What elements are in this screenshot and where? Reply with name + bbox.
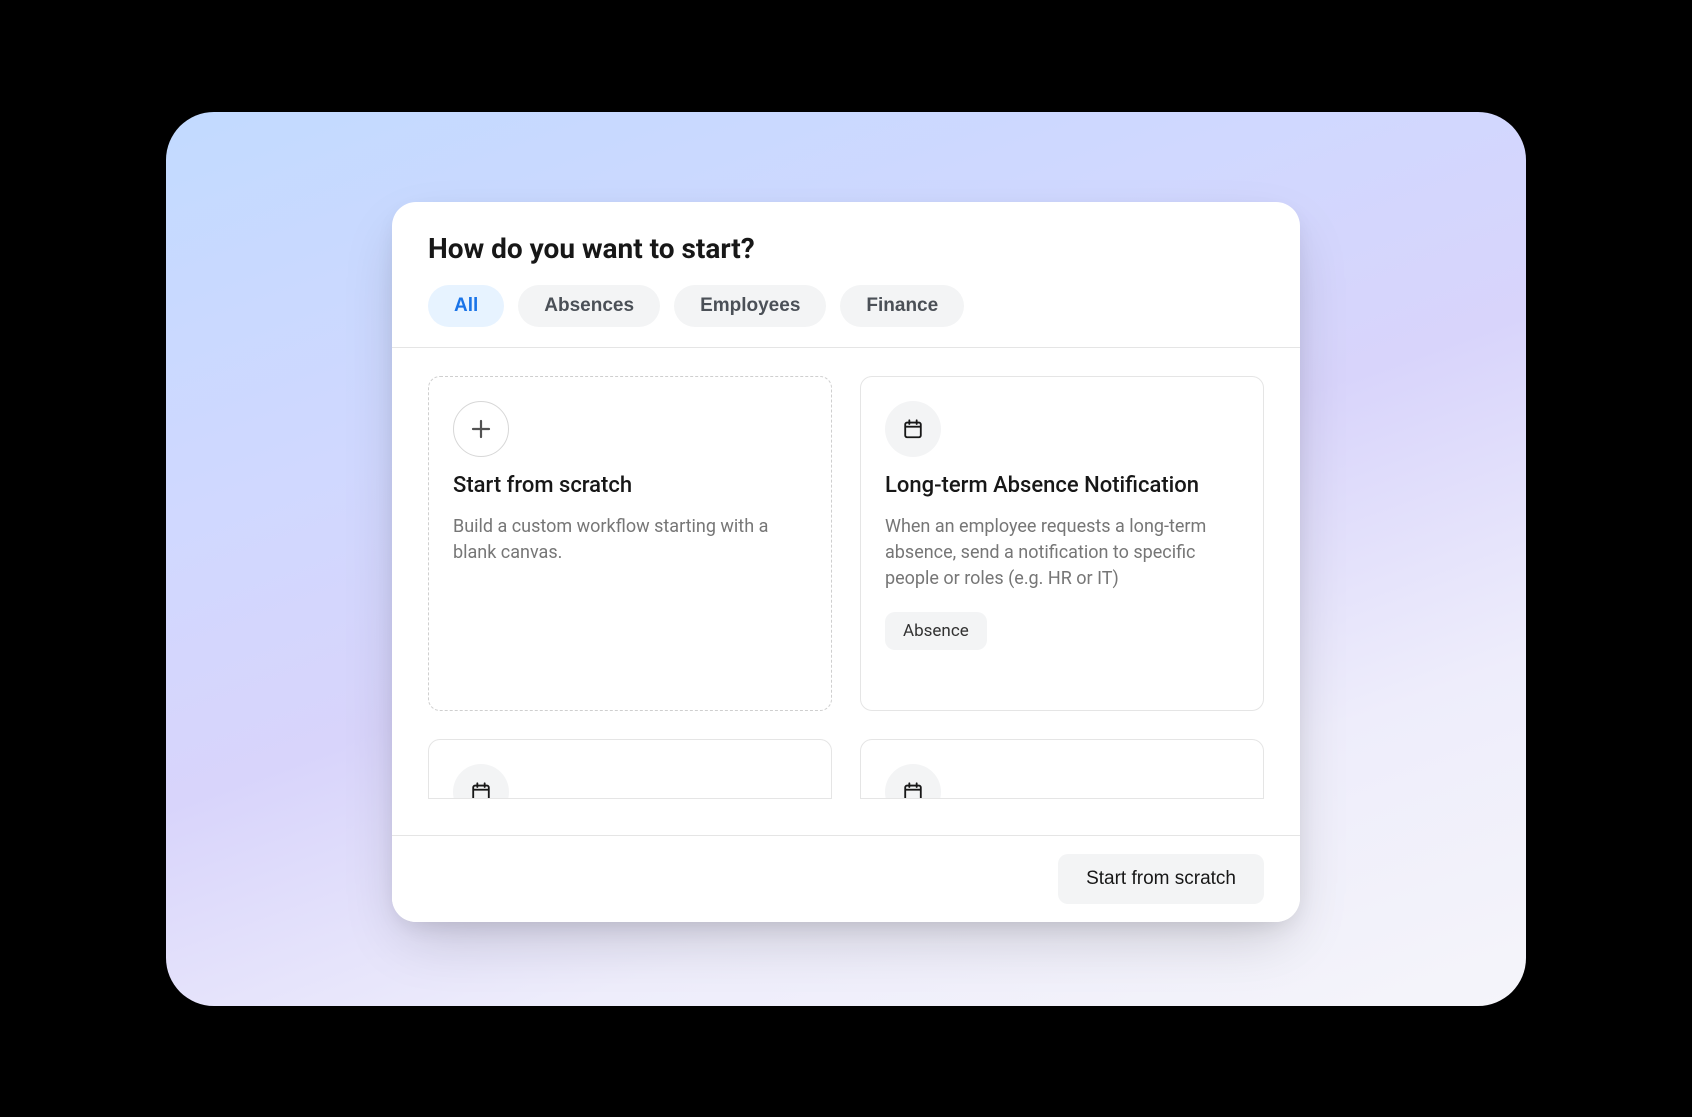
card-title: Start from scratch [453,473,807,498]
filter-absences[interactable]: Absences [518,285,660,327]
filter-employees[interactable]: Employees [674,285,826,327]
start-from-scratch-button[interactable]: Start from scratch [1058,854,1264,904]
card-description: When an employee requests a long-term ab… [885,514,1239,592]
card-tag: Absence [885,612,987,650]
calendar-icon [885,401,941,457]
card-title: Long-term Absence Notification [885,473,1239,498]
card-partial-3[interactable] [428,739,832,799]
card-partial-4[interactable] [860,739,1264,799]
filter-row: All Absences Employees Finance [428,285,1264,327]
plus-icon [453,401,509,457]
filter-finance[interactable]: Finance [840,285,964,327]
filter-all[interactable]: All [428,285,504,327]
cards-grid: Start from scratch Build a custom workfl… [392,348,1300,835]
modal-footer: Start from scratch [392,835,1300,922]
card-description: Build a custom workflow starting with a … [453,514,807,566]
modal-header: How do you want to start? All Absences E… [392,202,1300,347]
backdrop: How do you want to start? All Absences E… [166,112,1526,1006]
card-long-term-absence[interactable]: Long-term Absence Notification When an e… [860,376,1264,711]
calendar-icon [885,764,941,799]
card-start-from-scratch[interactable]: Start from scratch Build a custom workfl… [428,376,832,711]
modal-title: How do you want to start? [428,232,1264,265]
calendar-icon [453,764,509,799]
start-modal: How do you want to start? All Absences E… [392,202,1300,922]
